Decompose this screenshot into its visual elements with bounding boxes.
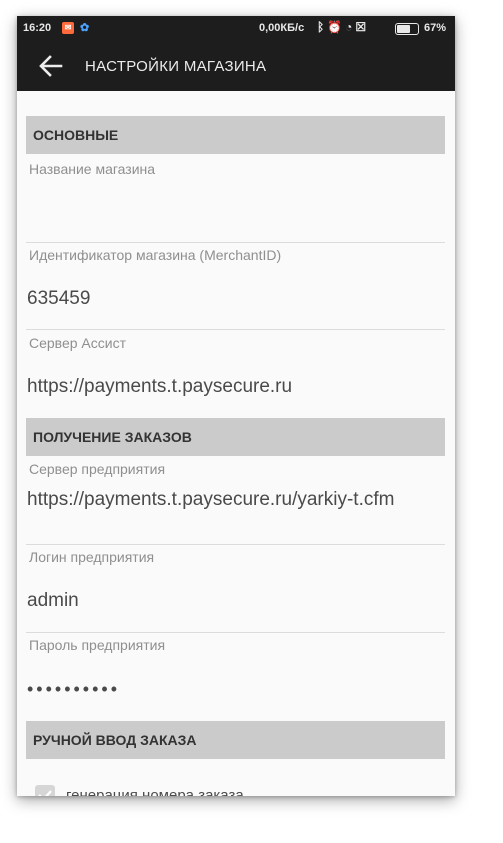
app-toolbar: НАСТРОЙКИ МАГАЗИНА: [17, 41, 455, 91]
assist-server-label: Сервер Ассист: [29, 335, 126, 351]
generate-order-number-label: генерация номера заказа: [66, 787, 244, 796]
page-title: НАСТРОЙКИ МАГАЗИНА: [85, 58, 267, 75]
phone-screen: 16:20 ✉ ✿ 0,00КБ/с ᛒ⏰◔☒ 67% НАСТРОЙКИ МА…: [17, 16, 455, 796]
bluetooth-icon: ᛒ: [317, 20, 328, 34]
enterprise-server-field[interactable]: https://payments.t.paysecure.ru/yarkiy-t…: [27, 488, 427, 512]
settings-notification-icon: ✿: [80, 22, 90, 34]
generate-order-number-row[interactable]: генерация номера заказа: [35, 785, 435, 796]
merchant-id-label: Идентификатор магазина (MerchantID): [29, 247, 282, 263]
arrow-left-icon: [39, 55, 63, 77]
enterprise-password-field[interactable]: ••••••••••: [27, 677, 427, 701]
status-time: 16:20: [23, 22, 52, 34]
back-button[interactable]: [31, 49, 71, 83]
section-header-manual: РУЧНОЙ ВВОД ЗАКАЗА: [26, 721, 445, 759]
shop-name-label: Название магазина: [29, 161, 156, 177]
wifi-icon: ◔: [345, 20, 356, 34]
generate-order-number-checkbox[interactable]: [35, 785, 55, 796]
divider: [26, 544, 445, 545]
battery-fill: [397, 25, 410, 33]
battery-percent: 67%: [424, 22, 447, 34]
enterprise-login-label: Логин предприятия: [29, 549, 155, 565]
network-speed: 0,00КБ/с: [259, 22, 305, 34]
assist-server-field[interactable]: https://payments.t.paysecure.ru: [27, 375, 427, 399]
divider: [26, 632, 445, 633]
sim-icon: ☒: [355, 20, 370, 34]
checkmark-icon: [38, 790, 52, 796]
divider: [26, 242, 445, 243]
shop-name-field[interactable]: [27, 191, 427, 231]
battery-icon: [395, 23, 419, 35]
divider: [26, 329, 445, 330]
section-header-main: ОСНОВНЫЕ: [26, 116, 445, 154]
mi-notification-icon: ✉: [62, 22, 74, 34]
status-bar: 16:20 ✉ ✿ 0,00КБ/с ᛒ⏰◔☒ 67%: [17, 16, 455, 41]
status-icons: ᛒ⏰◔☒: [317, 20, 369, 34]
enterprise-server-label: Сервер предприятия: [29, 461, 166, 477]
enterprise-login-field[interactable]: admin: [27, 589, 427, 613]
alarm-icon: ⏰: [327, 20, 346, 34]
enterprise-password-label: Пароль предприятия: [29, 637, 166, 653]
section-header-orders: ПОЛУЧЕНИЕ ЗАКАЗОВ: [26, 418, 445, 456]
merchant-id-field[interactable]: 635459: [27, 287, 427, 311]
